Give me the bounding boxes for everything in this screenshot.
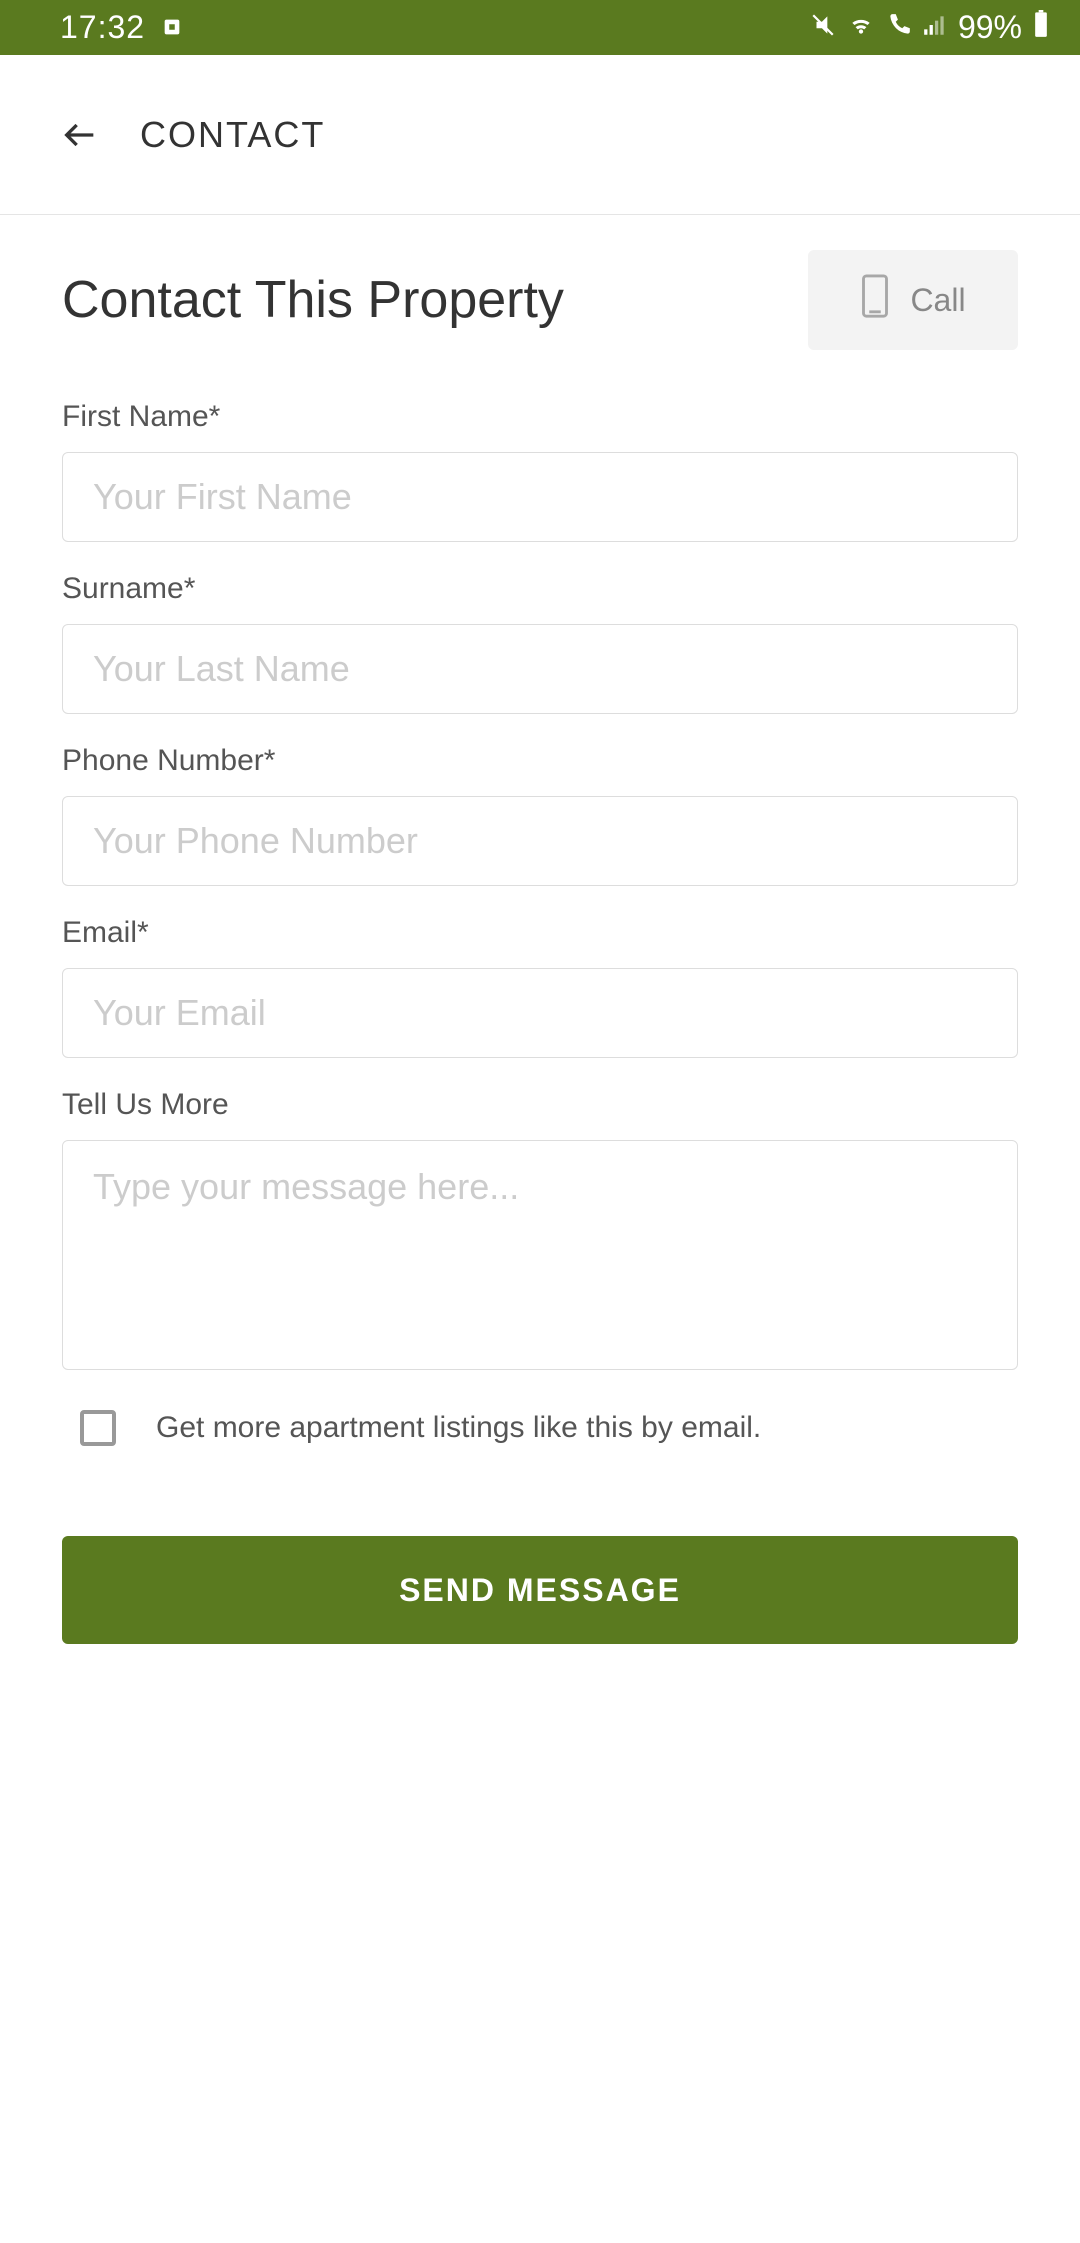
send-message-button[interactable]: SEND MESSAGE bbox=[62, 1536, 1018, 1644]
header-title: CONTACT bbox=[140, 114, 325, 156]
call-button[interactable]: Call bbox=[808, 250, 1018, 350]
call-label: Call bbox=[910, 282, 965, 319]
content: Contact This Property Call First Name* S… bbox=[0, 215, 1080, 1644]
status-time: 17:32 bbox=[60, 9, 145, 46]
phone-input[interactable] bbox=[62, 796, 1018, 886]
email-optin-checkbox[interactable] bbox=[80, 1410, 116, 1446]
surname-field: Surname* bbox=[62, 572, 1018, 714]
phone-icon bbox=[860, 273, 890, 327]
status-right: 99% bbox=[810, 9, 1050, 46]
first-name-input[interactable] bbox=[62, 452, 1018, 542]
page-title: Contact This Property bbox=[62, 270, 564, 330]
status-bar: 17:32 99% bbox=[0, 0, 1080, 55]
message-label: Tell Us More bbox=[62, 1088, 1018, 1122]
app-header: CONTACT bbox=[0, 55, 1080, 215]
battery-percent: 99% bbox=[958, 9, 1022, 46]
signal-icon bbox=[922, 9, 948, 46]
status-left: 17:32 bbox=[60, 9, 183, 46]
email-optin-row[interactable]: Get more apartment listings like this by… bbox=[62, 1410, 1018, 1446]
first-name-label: First Name* bbox=[62, 400, 1018, 434]
email-field: Email* bbox=[62, 916, 1018, 1058]
title-row: Contact This Property Call bbox=[62, 250, 1018, 350]
battery-icon bbox=[1032, 9, 1050, 46]
message-field: Tell Us More bbox=[62, 1088, 1018, 1375]
wifi-icon bbox=[846, 9, 876, 46]
email-label: Email* bbox=[62, 916, 1018, 950]
notification-icon bbox=[161, 9, 183, 46]
arrow-left-icon bbox=[60, 113, 100, 157]
email-optin-label: Get more apartment listings like this by… bbox=[156, 1411, 761, 1445]
mute-icon bbox=[810, 9, 836, 46]
phone-field: Phone Number* bbox=[62, 744, 1018, 886]
surname-input[interactable] bbox=[62, 624, 1018, 714]
email-input[interactable] bbox=[62, 968, 1018, 1058]
back-button[interactable] bbox=[60, 115, 100, 155]
call-status-icon bbox=[886, 9, 912, 46]
first-name-field: First Name* bbox=[62, 400, 1018, 542]
phone-label: Phone Number* bbox=[62, 744, 1018, 778]
surname-label: Surname* bbox=[62, 572, 1018, 606]
message-input[interactable] bbox=[62, 1140, 1018, 1370]
